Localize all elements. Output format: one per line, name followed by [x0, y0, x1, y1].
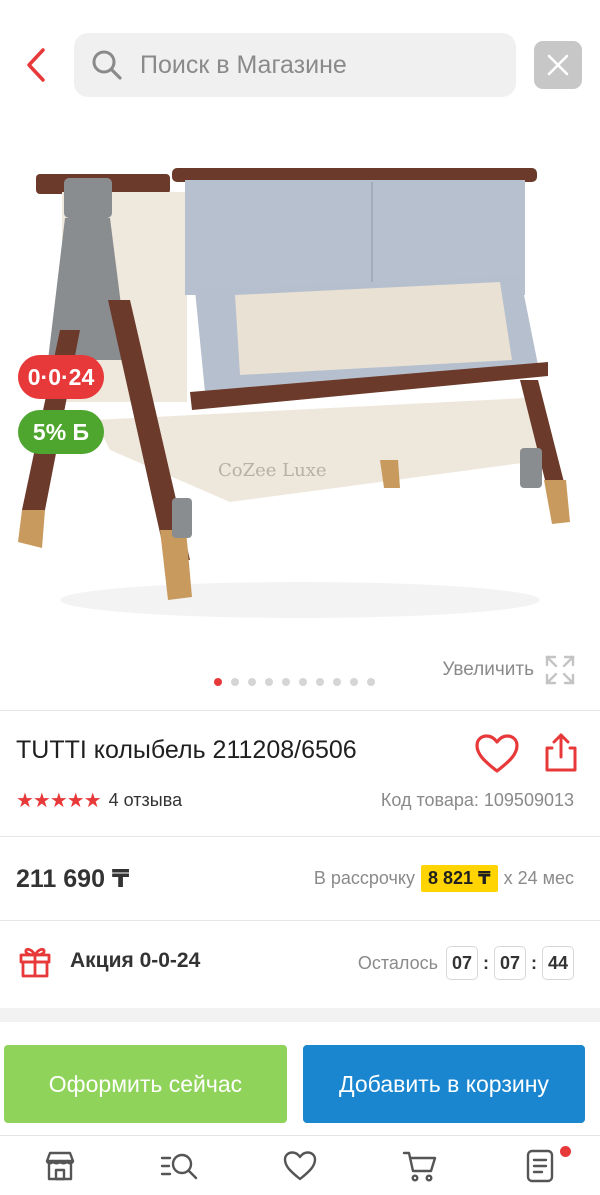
bottom-nav [0, 1135, 600, 1195]
divider [0, 920, 600, 921]
pagination-dot[interactable] [230, 678, 239, 686]
installment-badge: 0·0·24 [18, 355, 104, 399]
store-icon [45, 1151, 75, 1180]
catalog-search-icon [160, 1153, 198, 1179]
section-separator [0, 1008, 600, 1022]
product-image-brand-mark: CoZee Luxe [218, 460, 327, 481]
close-icon [547, 54, 569, 76]
orders-icon [526, 1149, 554, 1182]
close-button[interactable] [534, 41, 582, 89]
nav-orders[interactable] [480, 1136, 600, 1195]
timer-label: Осталось [357, 952, 438, 973]
timer-minutes: 07 [494, 946, 526, 980]
rating[interactable]: ★★★★★ 4 отзыва [16, 788, 182, 813]
pagination-dot[interactable] [298, 678, 307, 686]
reviews-link[interactable]: 4 отзыва [109, 790, 182, 811]
nav-catalog[interactable] [120, 1136, 240, 1195]
nav-cart[interactable] [360, 1136, 480, 1195]
timer-separator: : [531, 952, 537, 973]
installment-suffix: x 24 мес [503, 868, 574, 888]
cart-icon [402, 1151, 437, 1182]
search-icon [92, 50, 122, 80]
search-bar[interactable] [74, 33, 516, 97]
add-to-cart-button[interactable]: Добавить в корзину [303, 1045, 585, 1123]
product-price: 211 690 ₸ [16, 865, 130, 893]
divider [0, 836, 600, 837]
favorites-icon [283, 1150, 317, 1180]
rating-stars: ★★★★★ [16, 790, 102, 812]
divider [0, 710, 600, 711]
chevron-left-icon [27, 48, 45, 82]
promo-timer: Осталось 07 : 07 : 44 [358, 946, 574, 980]
gift-icon [19, 947, 51, 978]
buy-now-button[interactable]: Оформить сейчас [4, 1045, 287, 1123]
back-button[interactable] [18, 42, 54, 88]
promo-label: Акция 0-0-24 [70, 949, 201, 972]
search-input[interactable] [140, 50, 480, 80]
gallery-pagination [0, 678, 600, 686]
timer-separator: : [483, 952, 489, 973]
pagination-dot[interactable] [349, 678, 358, 686]
share-icon [545, 733, 577, 772]
pagination-dot[interactable] [213, 678, 222, 686]
pagination-dot[interactable] [332, 678, 341, 686]
product-title: TUTTI колыбель 211208/6506 [16, 736, 357, 764]
top-bar [0, 0, 600, 130]
bonus-badge: 5% Б [18, 410, 104, 454]
installment-amount: 8 821 ₸ [421, 865, 498, 892]
pagination-dot[interactable] [264, 678, 273, 686]
nav-favorites[interactable] [240, 1136, 571, 1195]
pagination-dot[interactable] [315, 678, 324, 686]
timer-seconds: 44 [542, 946, 574, 980]
pagination-dot[interactable] [281, 678, 290, 686]
product-sku: Код товара: 109509013 [380, 790, 574, 810]
favorite-button[interactable] [474, 733, 520, 775]
share-button[interactable] [544, 733, 578, 773]
installment-info[interactable]: В рассрочку 8 821 ₸ x 24 мес [314, 865, 574, 892]
timer-hours: 07 [446, 946, 478, 980]
promo[interactable]: Акция 0-0-24 [18, 944, 200, 978]
installment-prefix: В рассрочку [313, 868, 415, 888]
heart-icon [475, 734, 519, 773]
nav-store[interactable] [0, 1136, 120, 1195]
product-gallery[interactable]: CoZee Luxe 0·0·24 5% Б Увеличить [0, 130, 600, 700]
pagination-dot[interactable] [366, 678, 375, 686]
pagination-dot[interactable] [247, 678, 256, 686]
